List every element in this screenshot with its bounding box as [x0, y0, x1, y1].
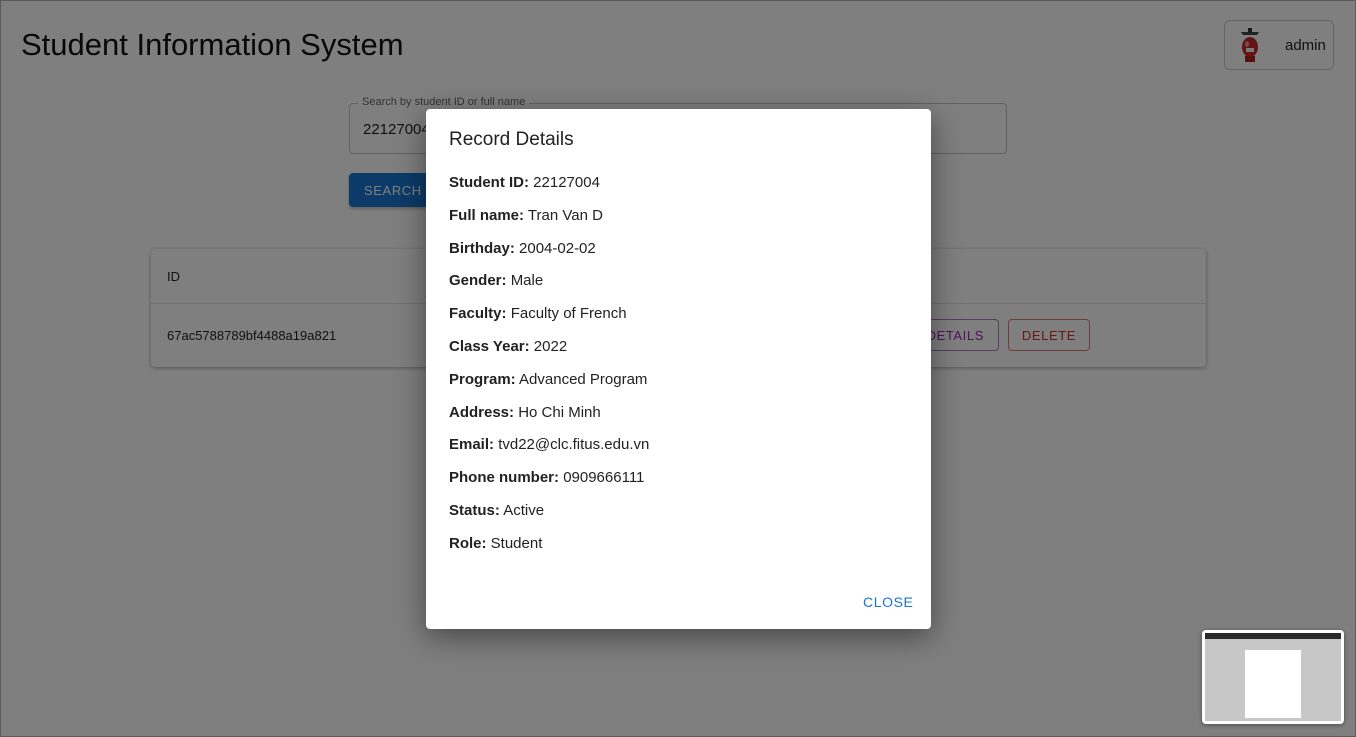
detail-value: Student	[490, 534, 543, 552]
detail-role: Role: Student	[449, 535, 649, 568]
detail-label: Role:	[449, 534, 487, 552]
detail-label: Phone number:	[449, 469, 560, 487]
detail-value: Tran Van D	[527, 206, 603, 224]
detail-value: 22127004	[533, 174, 600, 191]
detail-label: Gender:	[449, 272, 507, 290]
detail-value: tvd22@clc.fitus.edu.vn	[498, 436, 650, 454]
thumbnail-image	[1205, 633, 1341, 721]
thumbnail-browser-bar	[1205, 633, 1341, 639]
detail-value: Active	[503, 501, 545, 519]
detail-list: Student ID: 22127004 Full name: Tran Van…	[449, 174, 649, 568]
detail-label: Faculty:	[449, 305, 507, 323]
detail-student-id: Student ID: 22127004	[449, 174, 649, 207]
screenshot-thumbnail[interactable]	[1202, 630, 1344, 724]
detail-label: Email:	[449, 436, 495, 454]
detail-value: 0909666111	[563, 469, 645, 487]
detail-value: Advanced Program	[519, 370, 648, 388]
detail-address: Address: Ho Chi Minh	[449, 404, 649, 437]
detail-phone-number: Phone number: 0909666111	[449, 469, 649, 502]
detail-faculty: Faculty: Faculty of French	[449, 305, 649, 338]
detail-birthday: Birthday: 2004-02-02	[449, 240, 649, 273]
record-details-dialog: Record Details Student ID: 22127004 Full…	[426, 109, 931, 629]
detail-value: Male	[510, 272, 544, 290]
detail-label: Birthday:	[449, 239, 515, 257]
detail-label: Class Year:	[449, 337, 530, 355]
detail-label: Full name:	[449, 206, 525, 224]
detail-full-name: Full name: Tran Van D	[449, 207, 649, 240]
detail-program: Program: Advanced Program	[449, 371, 649, 404]
thumbnail-dialog	[1245, 650, 1301, 718]
detail-value: 2022	[533, 337, 568, 355]
dialog-title: Record Details	[449, 129, 574, 150]
detail-label: Program:	[449, 370, 516, 388]
detail-label: Address:	[449, 403, 515, 421]
close-button[interactable]: CLOSE	[863, 594, 913, 610]
detail-label: Student ID:	[449, 174, 529, 191]
detail-value: 2004-02-02	[519, 239, 596, 257]
detail-value: Ho Chi Minh	[518, 403, 601, 421]
detail-class-year: Class Year: 2022	[449, 338, 649, 371]
detail-status: Status: Active	[449, 502, 649, 535]
app-page: Student Information System admin Search …	[0, 0, 1356, 737]
detail-gender: Gender: Male	[449, 272, 649, 305]
detail-email: Email: tvd22@clc.fitus.edu.vn	[449, 436, 649, 469]
detail-label: Status:	[449, 501, 500, 519]
detail-value: Faculty of French	[510, 305, 627, 323]
